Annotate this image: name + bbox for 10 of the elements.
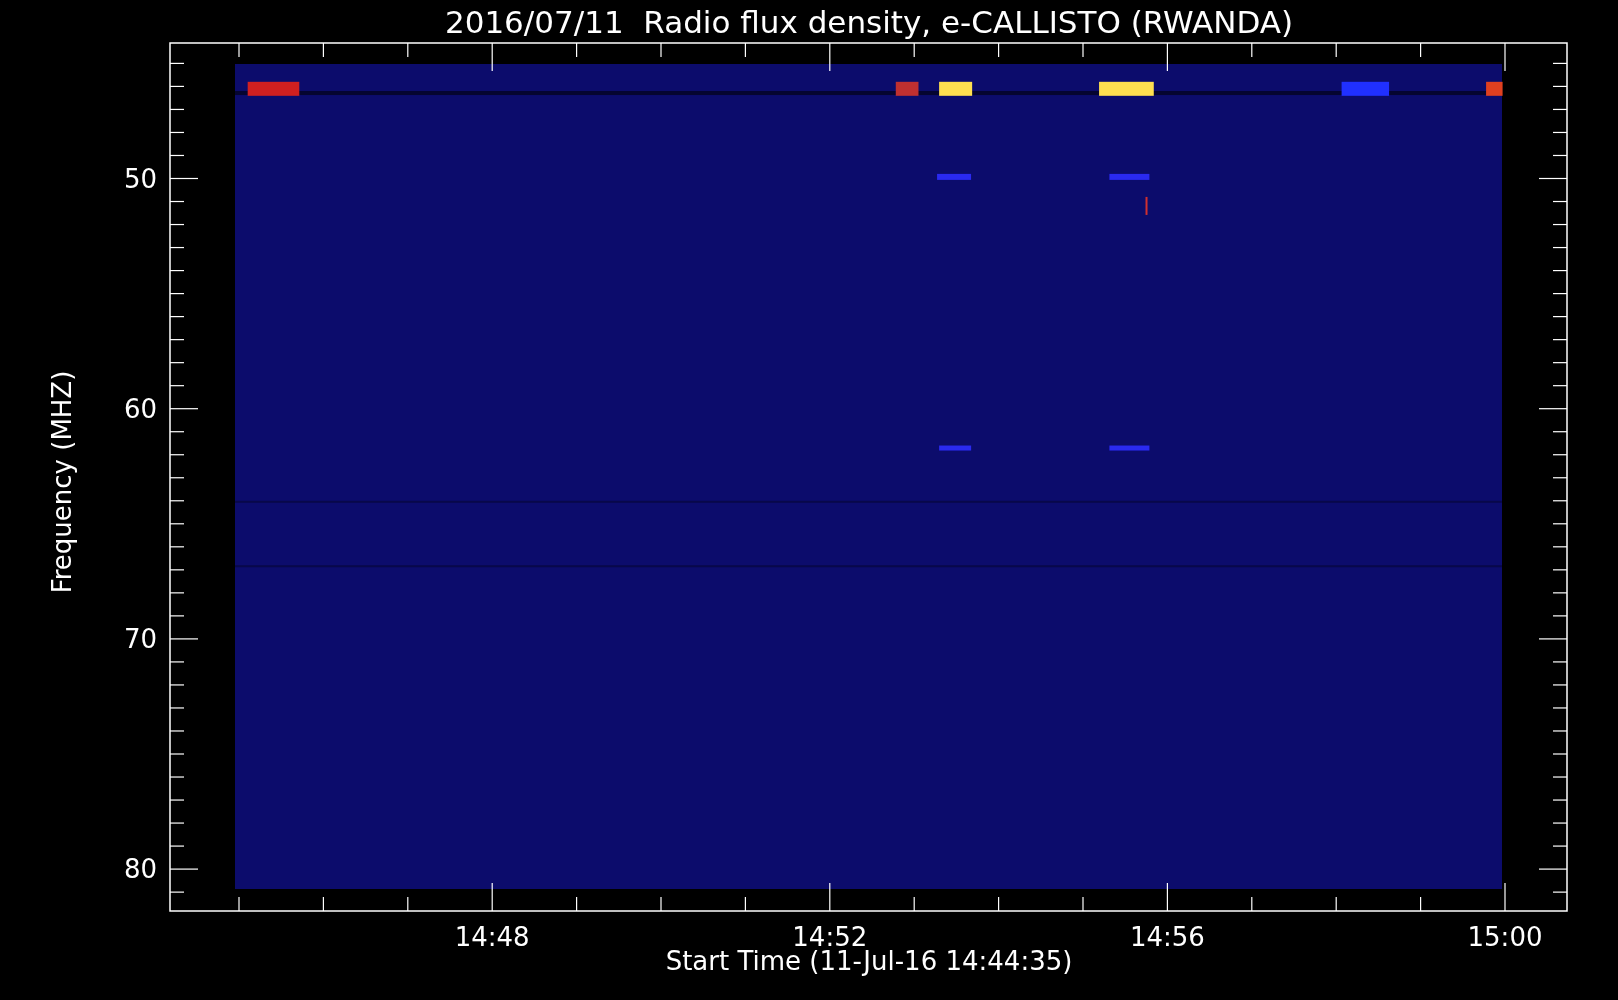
y-tick-label: 50: [123, 163, 157, 194]
y-axis-label: Frequency (MHZ): [47, 370, 77, 593]
chart-title: 2016/07/11 Radio flux density, e-CALLISTO (RWANDA): [444, 3, 1294, 40]
x-tick-label: 14:48: [454, 922, 530, 952]
x-tick-label: 15:00: [1467, 922, 1543, 952]
y-tick-label: 70: [123, 623, 157, 654]
y-tick-label: 80: [123, 854, 157, 885]
x-axis-label: Start Time (11-Jul-16 14:44:35): [665, 946, 1073, 976]
x-tick-label: 14:56: [1129, 922, 1205, 952]
y-tick-label: 60: [123, 393, 157, 424]
